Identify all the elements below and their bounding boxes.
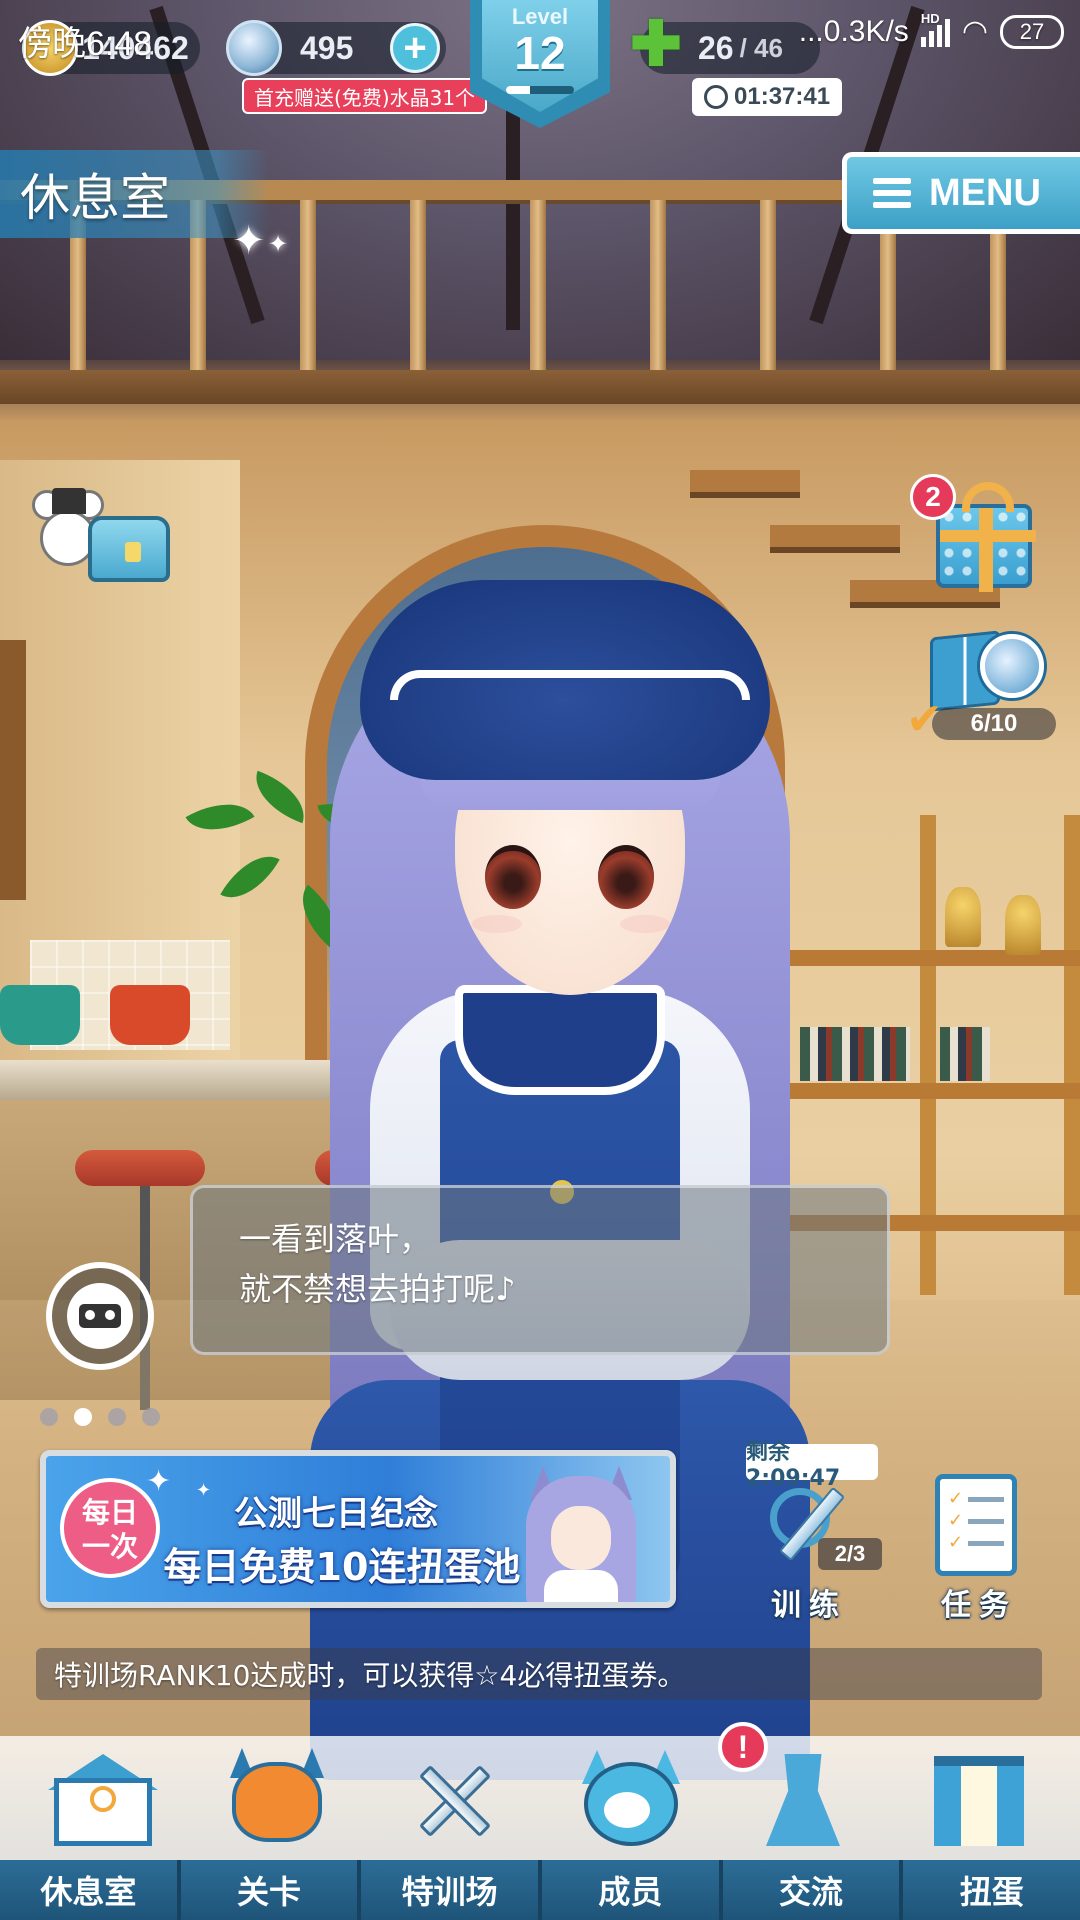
pot bbox=[110, 985, 190, 1045]
wifi-icon: ◠ bbox=[961, 15, 988, 48]
menu-button[interactable]: MENU bbox=[842, 152, 1080, 234]
character-eye bbox=[598, 845, 654, 909]
clock-icon bbox=[704, 85, 728, 109]
sparkle-icon: ✦ bbox=[268, 230, 289, 258]
check-icon: ✓ bbox=[948, 1532, 964, 1553]
banner-character-portrait bbox=[516, 1466, 646, 1602]
dialog-line: 一看到落叶， bbox=[239, 1220, 432, 1258]
carousel-dot[interactable] bbox=[40, 1408, 58, 1426]
check-icon: ✓ bbox=[948, 1488, 964, 1509]
dress-icon[interactable] bbox=[748, 1748, 858, 1852]
mouse-treasure-button[interactable] bbox=[30, 488, 170, 588]
level-progress-fill bbox=[506, 86, 530, 94]
announcement-ticker: 特训场RANK10达成时，可以获得☆4必得扭蛋券。 bbox=[36, 1648, 1042, 1700]
pot bbox=[0, 985, 80, 1045]
training-timer: 剩余2:09:47 bbox=[746, 1440, 878, 1491]
hd-label: HD bbox=[920, 10, 940, 26]
nav-tab-members[interactable]: 成员 bbox=[542, 1860, 723, 1920]
training-count: 2/3 bbox=[818, 1538, 882, 1570]
nav-alert-badge: ! bbox=[718, 1722, 768, 1772]
nav-tab-gacha[interactable]: 扭蛋 bbox=[903, 1860, 1080, 1920]
gift-box-icon bbox=[936, 482, 1036, 592]
top-hat-icon bbox=[52, 488, 86, 514]
gift-button[interactable]: 2 bbox=[910, 474, 1036, 592]
stamina-timer-value: 01:37:41 bbox=[734, 83, 831, 110]
nav-tab-lounge[interactable]: 休息室 bbox=[0, 1860, 181, 1920]
crossed-swords-icon[interactable] bbox=[400, 1748, 510, 1852]
character-dialog[interactable]: 一看到落叶， 就不禁想去拍打呢♪ bbox=[190, 1185, 890, 1355]
menu-label: MENU bbox=[929, 171, 1041, 214]
bar-stool bbox=[75, 1150, 205, 1186]
character-blush bbox=[620, 915, 670, 933]
character-blush bbox=[472, 915, 522, 933]
character-eye bbox=[485, 845, 541, 909]
nav-tab-social[interactable]: 交流 bbox=[722, 1860, 904, 1920]
network-speed: ...0.3K/s bbox=[798, 14, 909, 48]
first-charge-promo[interactable]: 首充赠送(免费)水晶31个 bbox=[242, 78, 488, 114]
training-label: 训练 bbox=[771, 1588, 847, 1623]
staircase bbox=[690, 470, 800, 492]
status-time: 傍晚6:48 bbox=[18, 25, 153, 63]
system-status-bar: 傍晚6:48 ...0.3K/s HD ◠ 27 bbox=[0, 0, 1080, 72]
stamina-timer: 01:37:41 bbox=[692, 78, 843, 116]
carousel-dot[interactable] bbox=[142, 1408, 160, 1426]
signal-icon: HD bbox=[920, 11, 950, 47]
check-icon: ✓ bbox=[948, 1510, 964, 1531]
level-progress-bar bbox=[506, 86, 574, 94]
battery-level: 27 bbox=[1019, 18, 1045, 44]
cat-mascot-icon[interactable] bbox=[576, 1748, 686, 1852]
collection-button[interactable]: 6/10 ✔ bbox=[906, 628, 1056, 746]
staircase bbox=[770, 525, 900, 547]
character-headband bbox=[390, 670, 750, 700]
hamburger-icon bbox=[873, 178, 911, 208]
status-indicators: ...0.3K/s HD ◠ 27 bbox=[798, 11, 1064, 49]
demon-icon[interactable] bbox=[222, 1748, 332, 1852]
room-title: 休息室 bbox=[0, 150, 270, 238]
banner-title: 公测七日纪念 bbox=[234, 1494, 438, 1534]
banner-subtitle: 每日免费10连扭蛋池 bbox=[163, 1545, 521, 1589]
task-label: 任务 bbox=[941, 1588, 1017, 1623]
magnifier-icon bbox=[980, 634, 1044, 698]
carousel-dot[interactable] bbox=[108, 1408, 126, 1426]
character-collar bbox=[455, 985, 665, 1095]
collection-progress: 6/10 bbox=[932, 708, 1056, 740]
vr-goggles-icon bbox=[79, 1304, 121, 1328]
nav-tab-training-ground[interactable]: 特训场 bbox=[361, 1860, 543, 1920]
nav-tab-stages[interactable]: 关卡 bbox=[180, 1860, 362, 1920]
dialog-line: 就不禁想去拍打呢♪ bbox=[239, 1270, 516, 1308]
gift-count-badge: 2 bbox=[910, 474, 956, 520]
vr-mode-button[interactable] bbox=[46, 1262, 154, 1370]
check-icon: ✔ bbox=[906, 694, 943, 745]
bottom-nav: 休息室 关卡 特训场 成员 交流 扭蛋 bbox=[0, 1860, 1080, 1920]
school-icon[interactable] bbox=[48, 1748, 158, 1852]
treasure-chest-icon bbox=[88, 516, 170, 582]
event-banner[interactable]: ✦ ✦ 每日 一次 公测七日纪念 每日免费10连扭蛋池 bbox=[40, 1450, 676, 1608]
task-button[interactable]: ✓ ✓ ✓ bbox=[935, 1474, 1017, 1576]
curtain-icon[interactable] bbox=[924, 1748, 1034, 1852]
sparkle-icon: ✦ bbox=[232, 218, 266, 264]
carousel-dots bbox=[40, 1408, 160, 1426]
badge-line: 每日 bbox=[81, 1496, 138, 1529]
battery-icon: 27 bbox=[1000, 14, 1064, 49]
carousel-dot[interactable] bbox=[74, 1408, 92, 1426]
window bbox=[0, 640, 26, 900]
training-button[interactable] bbox=[756, 1478, 866, 1588]
